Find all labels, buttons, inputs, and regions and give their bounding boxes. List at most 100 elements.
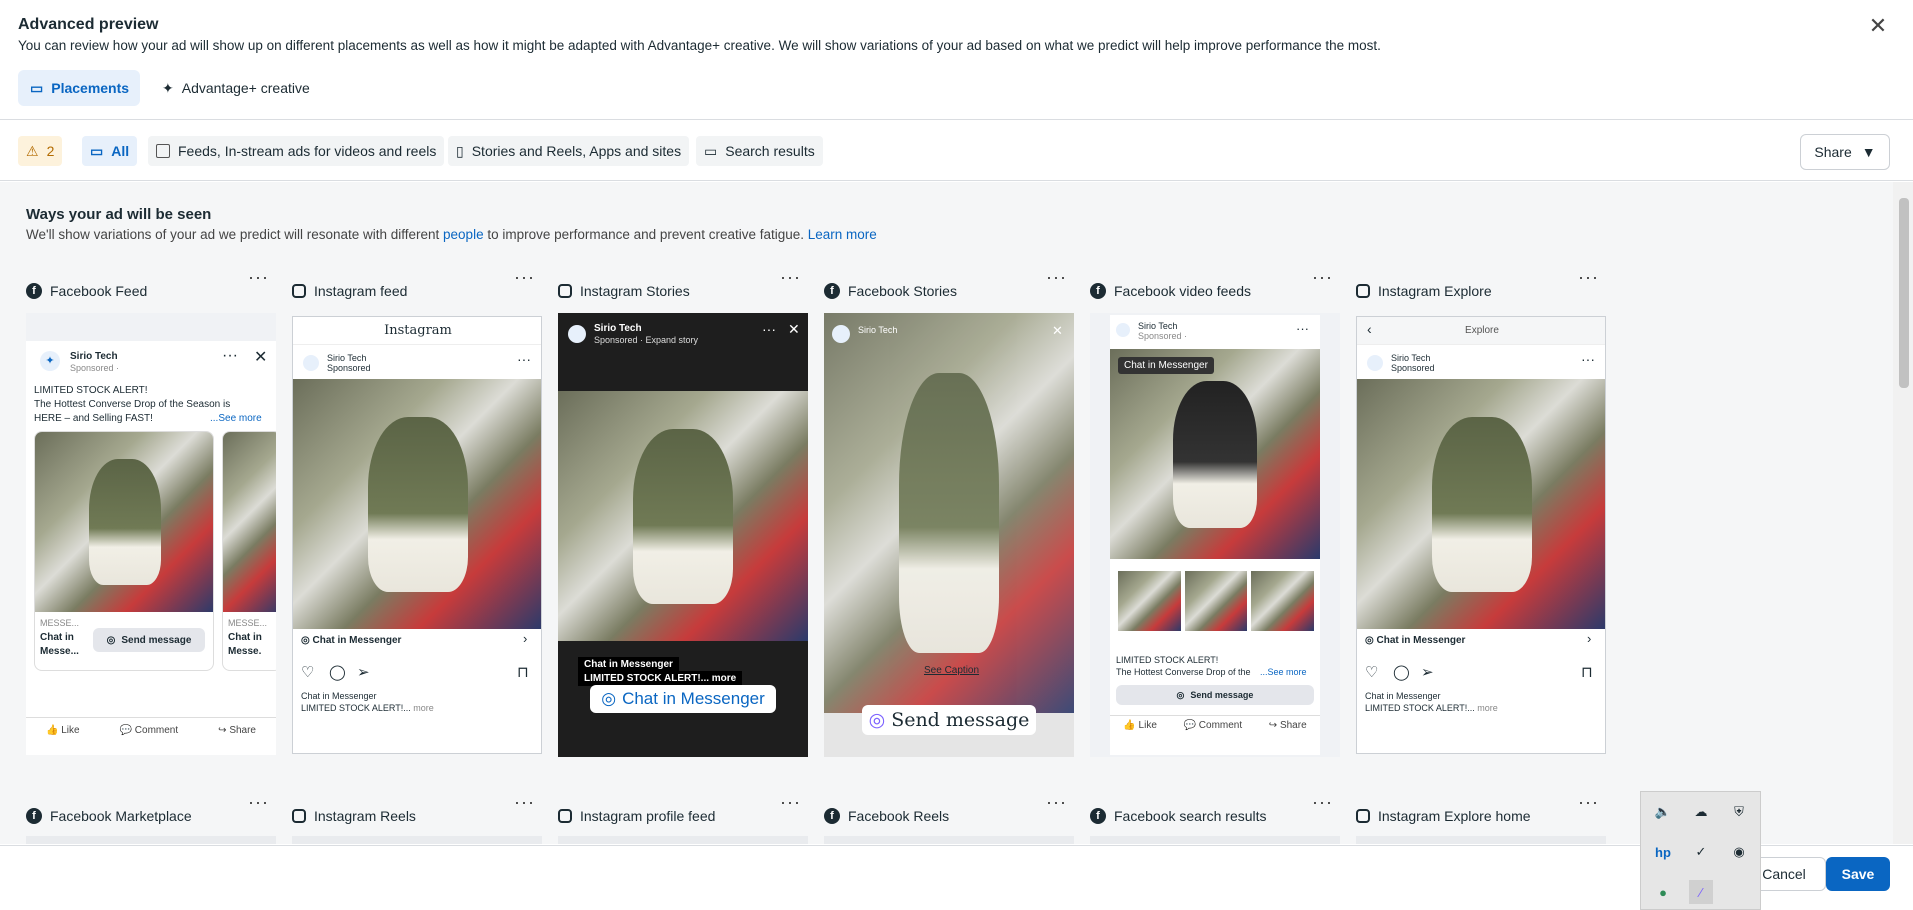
share-post-label: Share [229, 725, 256, 736]
tab-placements[interactable]: ▭ Placements [18, 70, 140, 106]
chat-in-messenger-button[interactable]: ◎ Chat in Messenger [590, 685, 776, 713]
heart-icon[interactable]: ♡ [301, 663, 314, 681]
more-options-icon[interactable]: ··· [1046, 267, 1067, 288]
app-alert-icon[interactable]: ◉ [1727, 840, 1751, 864]
hp-icon[interactable]: hp [1651, 840, 1675, 864]
thumbnail[interactable] [1184, 571, 1248, 631]
bookmark-icon[interactable]: ⊓ [517, 663, 529, 681]
share-post-button[interactable]: ↪ Share [1269, 720, 1307, 731]
tab-advantage-label: Advantage+ creative [181, 80, 310, 96]
chevron-right-icon[interactable]: › [523, 631, 527, 646]
see-more-link[interactable]: ...See more [210, 413, 262, 424]
filter-feeds[interactable]: Feeds, In-stream ads for videos and reel… [148, 136, 445, 166]
comment-icon[interactable]: ◯ [1393, 663, 1410, 681]
preview-card-facebook-video-feeds[interactable]: Sirio Tech Sponsored · ··· Chat in Messe… [1090, 313, 1340, 757]
chevron-right-icon[interactable]: › [1587, 631, 1591, 646]
send-icon[interactable]: ➢ [1421, 663, 1434, 681]
placement-header-instagram-feed: Instagram feed [292, 279, 407, 303]
more-options-icon[interactable]: ··· [1578, 792, 1599, 813]
app-icon[interactable]: ✓ [1689, 840, 1713, 864]
carousel-card[interactable]: MESSE... Chat in Messe... ◎ Send message [34, 431, 214, 671]
heart-icon[interactable]: ♡ [1365, 663, 1378, 681]
share-button[interactable]: Share ▼ [1800, 134, 1890, 170]
more-options-icon[interactable]: ··· [1312, 267, 1333, 288]
bookmark-icon[interactable]: ⊓ [1581, 663, 1593, 681]
placement-name: Facebook Stories [848, 283, 957, 299]
chat-in-messenger-cta[interactable]: ◎ Chat in Messenger [1365, 635, 1465, 646]
sponsored-label: Sponsored · [1138, 331, 1188, 341]
filter-search-results[interactable]: ▭ Search results [696, 136, 823, 166]
send-message-label: Send message [121, 634, 192, 646]
scrollbar[interactable] [1893, 182, 1913, 844]
more-icon[interactable]: ··· [1581, 351, 1595, 367]
close-icon[interactable]: ✕ [254, 347, 267, 367]
warning-chip[interactable]: ⚠ 2 [18, 136, 63, 166]
desc-text-2: to improve performance and prevent creat… [483, 227, 808, 242]
security-icon[interactable]: ⛨ [1727, 800, 1751, 824]
more-options-icon[interactable]: ··· [248, 792, 269, 813]
more-options-icon[interactable]: ··· [514, 792, 535, 813]
close-icon[interactable]: ✕ [1052, 323, 1063, 339]
caret-down-icon: ▼ [1861, 144, 1876, 160]
thumbnail[interactable] [1118, 571, 1181, 631]
desc-text: We'll show variations of your ad we pred… [26, 227, 444, 242]
scrollbar-thumb[interactable] [1899, 198, 1909, 388]
preview-card-placeholder [26, 836, 276, 844]
volume-icon[interactable]: 🔈 [1651, 800, 1675, 824]
comment-button[interactable]: 💬 Comment [120, 725, 179, 736]
comment-button[interactable]: 💬 Comment [1184, 720, 1243, 731]
filter-stories-reels[interactable]: ▯ Stories and Reels, Apps and sites [448, 136, 690, 166]
page-name: Sirio Tech [594, 323, 642, 334]
more-options-icon[interactable]: ··· [780, 792, 801, 813]
more-options-icon[interactable]: ··· [514, 267, 535, 288]
more-icon[interactable]: ··· [762, 321, 776, 337]
send-icon[interactable]: ➢ [357, 663, 370, 681]
send-message-label: Send message [891, 709, 1030, 731]
save-button[interactable]: Save [1826, 857, 1890, 891]
shield-icon[interactable]: ● [1651, 880, 1675, 904]
send-message-button[interactable]: ◎ Send message [862, 705, 1036, 735]
close-icon[interactable]: ✕ [1864, 12, 1892, 40]
placement-header-instagram-profile-feed: Instagram profile feed [558, 804, 715, 828]
more-link[interactable]: more [413, 703, 434, 713]
preview-card-instagram-explore[interactable]: ‹ Explore Sirio Tech Sponsored ··· ◎ Cha… [1356, 316, 1606, 754]
carousel-card-next[interactable]: MESSE... Chat in Messe. [222, 431, 276, 671]
more-options-icon[interactable]: ··· [248, 267, 269, 288]
see-caption-link[interactable]: See Caption [924, 665, 979, 676]
pen-icon[interactable]: ∕ [1689, 880, 1713, 904]
comment-icon[interactable]: ◯ [329, 663, 346, 681]
chat-in-messenger-cta[interactable]: ◎ Chat in Messenger [301, 635, 401, 646]
filter-feeds-label: Feeds, In-stream ads for videos and reel… [178, 143, 437, 159]
filter-search-label: Search results [725, 143, 815, 159]
people-link[interactable]: people [443, 227, 484, 242]
more-link[interactable]: more [1477, 703, 1498, 713]
send-message-button[interactable]: ◎ Send message [1116, 685, 1314, 705]
more-icon[interactable]: ··· [517, 351, 531, 367]
tab-advantage-creative[interactable]: ✦ Advantage+ creative [150, 70, 322, 106]
thumbnail[interactable] [1251, 571, 1315, 631]
more-options-icon[interactable]: ··· [780, 267, 801, 288]
more-options-icon[interactable]: ··· [1312, 792, 1333, 813]
close-icon[interactable]: ✕ [788, 321, 800, 338]
more-icon[interactable]: ··· [222, 347, 238, 365]
more-options-icon[interactable]: ··· [1578, 267, 1599, 288]
onedrive-icon[interactable]: ☁ [1689, 800, 1713, 824]
share-post-button[interactable]: ↪ Share [218, 725, 256, 736]
placement-name: Facebook video feeds [1114, 283, 1251, 299]
shoe-image [899, 373, 999, 653]
preview-card-instagram-feed[interactable]: Instagram Sirio Tech Sponsored ··· ◎ Cha… [292, 316, 542, 754]
more-icon[interactable]: ··· [1296, 321, 1309, 336]
preview-content[interactable]: Ways your ad will be seen We'll show var… [0, 182, 1896, 844]
filter-all-label: All [111, 143, 130, 159]
see-more-link[interactable]: ...See more [1260, 667, 1307, 677]
more-options-icon[interactable]: ··· [1046, 792, 1067, 813]
preview-card-instagram-stories[interactable]: Sirio Tech Sponsored · Expand story ··· … [558, 313, 808, 757]
like-button[interactable]: 👍 Like [46, 725, 80, 736]
preview-card-facebook-stories[interactable]: Sirio Tech ✕ See Caption ◎ Send message [824, 313, 1074, 757]
send-message-button[interactable]: ◎ Send message [93, 628, 205, 652]
learn-more-link[interactable]: Learn more [808, 227, 877, 242]
checkbox[interactable] [156, 144, 170, 158]
preview-card-facebook-feed[interactable]: ✦ Sirio Tech Sponsored · ··· ✕ LIMITED S… [26, 313, 276, 755]
filter-all[interactable]: ▭ All [82, 136, 138, 166]
like-button[interactable]: 👍 Like [1123, 720, 1157, 731]
